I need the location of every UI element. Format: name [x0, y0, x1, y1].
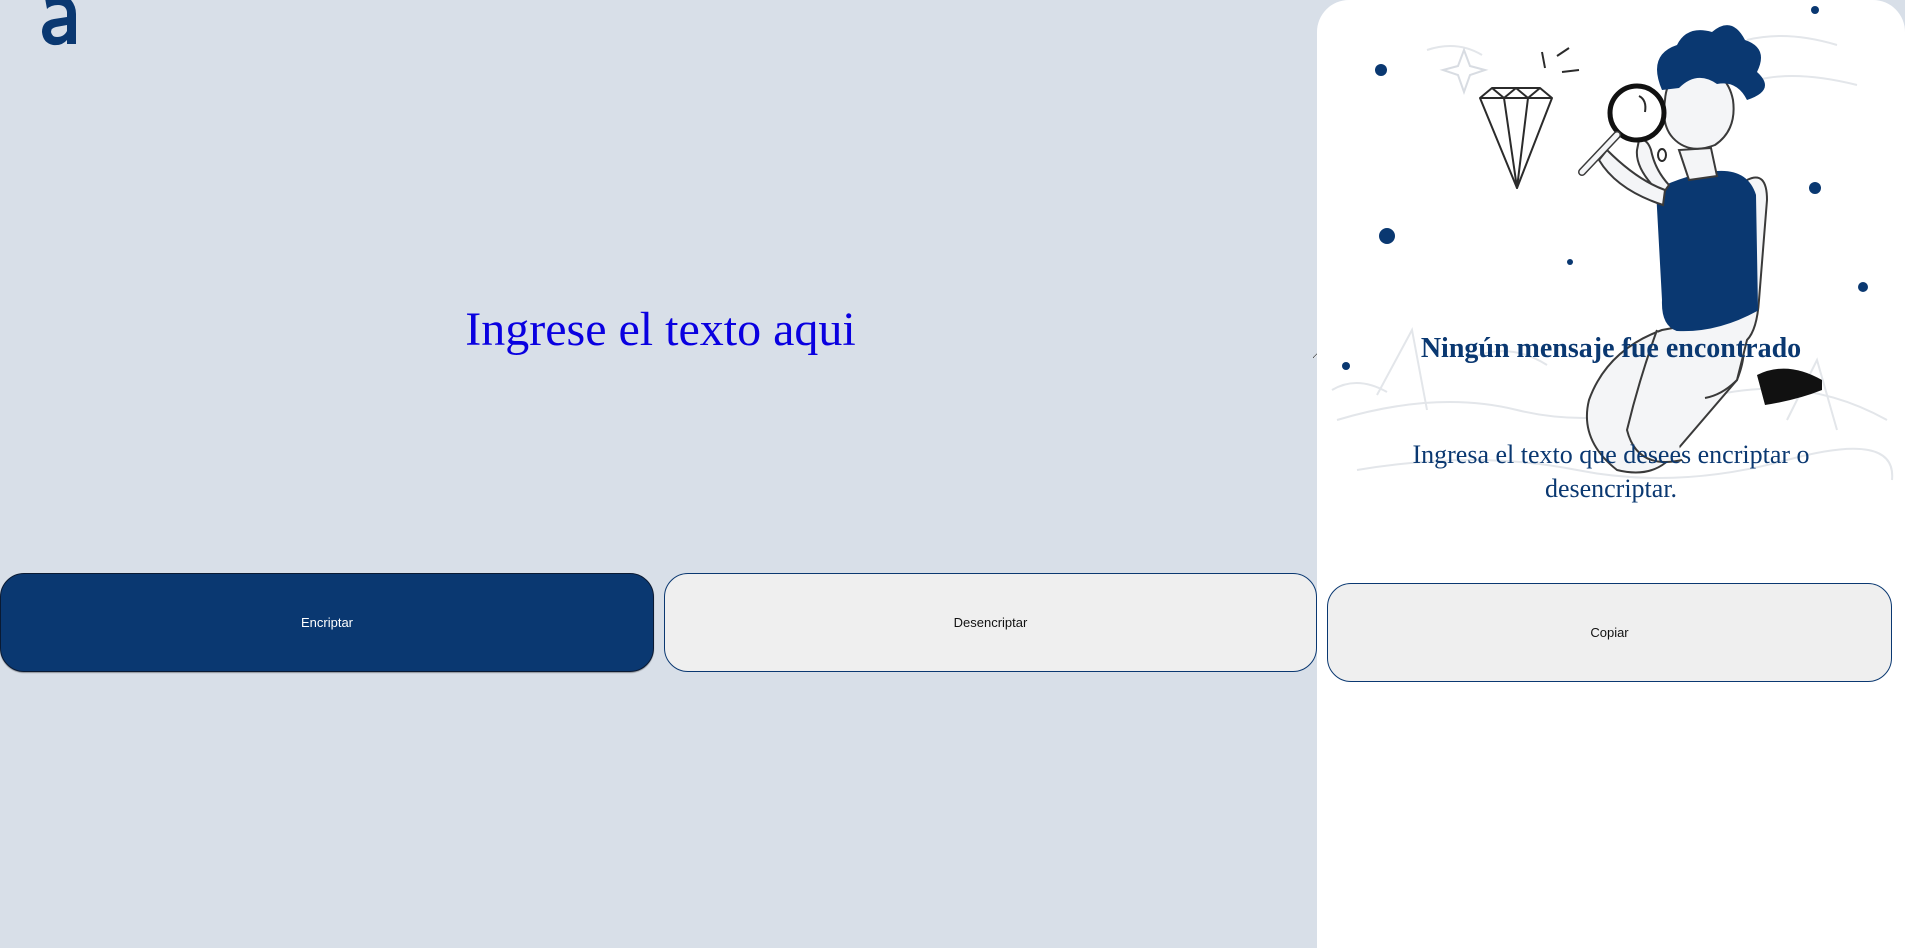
empty-state-description: Ingresa el texto que desees encriptar o …: [1412, 440, 1810, 503]
encrypt-button[interactable]: Encriptar: [0, 573, 654, 672]
decrypt-button[interactable]: Desencriptar: [664, 573, 1317, 672]
encryptor-area: Ingrese el texto aqui Encriptar Desencri…: [0, 0, 1321, 948]
page: Ingrese el texto aqui Encriptar Desencri…: [0, 0, 1905, 948]
text-input[interactable]: Ingrese el texto aqui: [0, 300, 1321, 359]
empty-state-title: Ningún mensaje fue encontrado: [1420, 333, 1802, 364]
copy-button[interactable]: Copiar: [1327, 583, 1892, 682]
result-panel: Ningún mensaje fue encontrado Ingresa el…: [1317, 0, 1905, 948]
